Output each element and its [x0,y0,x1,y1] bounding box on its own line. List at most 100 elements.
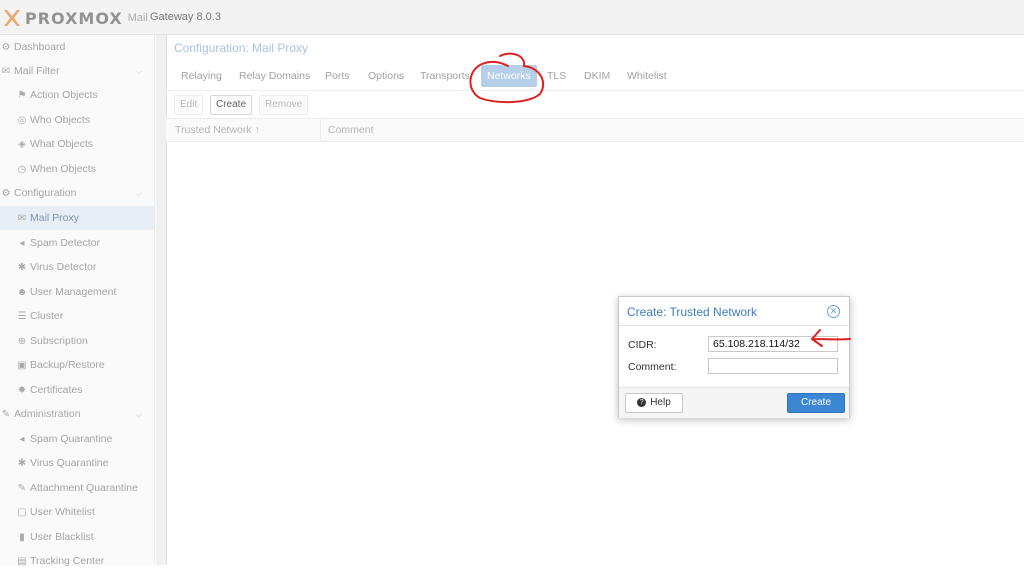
bug-icon: ✱ [17,262,27,273]
sidebar-item-cluster[interactable]: ☰ Cluster [0,304,170,328]
cidr-input[interactable] [708,336,838,352]
sidebar-item-mail-filter[interactable]: ✉ Mail Filter ⌵ [0,59,154,83]
sidebar-item-label: What Objects [30,138,94,150]
close-icon[interactable]: ✕ [827,305,840,318]
sidebar-item-label: Configuration [14,187,77,199]
remove-button[interactable]: Remove [259,95,309,115]
sidebar-item-label: Action Objects [30,89,98,101]
sidebar-item-virus-detector[interactable]: ✱ Virus Detector [0,255,170,279]
grid-header: Trusted Network ↑ Comment [166,118,1024,142]
logo-text: PROXMOX [25,8,123,28]
sidebar-item-label: Administration [14,408,81,420]
sidebar-item-subscription[interactable]: ⊕ Subscription [0,329,170,353]
tab-ports[interactable]: Ports [325,65,350,87]
sidebar-item-mail-proxy[interactable]: ✉ Mail Proxy [0,206,154,230]
product-name: Mail [127,12,148,24]
dialog-footer: ? Help Create [619,387,849,418]
tab-options[interactable]: Options [368,65,404,87]
dialog-create-button[interactable]: Create [787,393,845,413]
sidebar-item-label: Who Objects [30,114,91,126]
users-icon: ☻ [16,287,28,298]
create-button[interactable]: Create [210,95,253,115]
sidebar-item-spam-quarantine[interactable]: ◂ Spam Quarantine [0,427,170,451]
column-divider [320,119,321,141]
sidebar-item-label: User Whitelist [30,506,95,518]
tab-relay-domains[interactable]: Relay Domains [239,65,310,87]
proxmox-x-icon [4,10,20,26]
user-circle-icon: ◎ [17,115,27,126]
sidebar-scrollbar[interactable] [156,35,167,565]
edit-button[interactable]: Edit [174,95,204,115]
sidebar-item-attachment-quarantine[interactable]: ✎ Attachment Quarantine [0,476,170,500]
sidebar-item-label: Virus Detector [30,261,97,273]
sidebar-item-user-whitelist[interactable]: ▢ User Whitelist [0,500,170,524]
top-bar: PROXMOX Mail Gateway 8.0.3 [0,0,1024,35]
sidebar-item-backup-restore[interactable]: ▣ Backup/Restore [0,353,170,377]
tab-tls[interactable]: TLS [547,65,566,87]
sidebar-item-what-objects[interactable]: ◈ What Objects [0,132,170,156]
clock-icon: ◷ [17,164,27,175]
column-trusted-network[interactable]: Trusted Network ↑ [175,119,260,141]
list-icon: ▤ [17,556,27,567]
sidebar-item-virus-quarantine[interactable]: ✱ Virus Quarantine [0,451,170,475]
sidebar-item-label: Virus Quarantine [30,457,109,469]
sidebar-item-configuration[interactable]: ⚙ Configuration ⌵ [0,181,154,205]
comment-input[interactable] [708,358,838,374]
sidebar-item-administration[interactable]: ✎ Administration ⌵ [0,402,154,426]
dashboard-icon: ⚙ [1,42,11,53]
sidebar-item-when-objects[interactable]: ◷ When Objects [0,157,170,181]
tab-networks[interactable]: Networks [481,65,537,87]
wrench-icon: ✎ [1,409,11,420]
sidebar-item-label: Certificates [30,384,83,396]
floppy-icon: ▣ [17,360,27,371]
version-label: Gateway 8.0.3 [150,11,221,23]
envelope-outline-icon: ✉ [17,213,27,224]
certificate-icon: ✸ [17,385,27,396]
help-button[interactable]: ? Help [625,393,683,413]
comment-label: Comment: [628,361,677,373]
help-label: Help [650,397,671,408]
sidebar-item-label: Dashboard [14,41,66,53]
sidebar-item-action-objects[interactable]: ⚑ Action Objects [0,83,170,107]
flag-icon: ⚑ [17,90,27,101]
tab-relaying[interactable]: Relaying [181,65,222,87]
divider [166,90,1024,91]
dialog-title: Create: Trusted Network [627,305,758,319]
sidebar-item-label: Spam Detector [30,237,101,249]
sidebar-item-user-management[interactable]: ☻ User Management [0,280,170,304]
chevron-down-icon[interactable]: ⌵ [135,181,142,205]
sidebar-item-label: Backup/Restore [30,359,105,371]
sidebar-item-label: User Management [30,286,117,298]
page-title: Configuration: Mail Proxy [174,41,309,55]
sidebar-item-certificates[interactable]: ✸ Certificates [0,378,170,402]
column-comment[interactable]: Comment [328,119,374,141]
chevron-down-icon[interactable]: ⌵ [135,59,142,83]
sidebar-item-label: When Objects [30,163,96,175]
sidebar-item-label: User Blacklist [30,531,94,543]
support-icon: ⊕ [17,336,27,347]
tab-transports[interactable]: Transports [420,65,470,87]
sidebar-item-label: Mail Proxy [30,212,80,224]
paperclip-icon: ✎ [17,483,27,494]
sidebar-item-user-blacklist[interactable]: ▮ User Blacklist [0,525,170,549]
server-icon: ☰ [17,311,27,322]
sidebar: ⚙ Dashboard ✉ Mail Filter ⌵ ⚑ Action Object… [0,35,155,567]
sidebar-item-spam-detector[interactable]: ◂ Spam Detector [0,231,170,255]
chevron-down-icon[interactable]: ⌵ [135,402,142,426]
sidebar-item-dashboard[interactable]: ⚙ Dashboard [0,35,154,59]
proxmox-logo: PROXMOX Mail [2,8,148,28]
sidebar-item-label: Spam Quarantine [30,433,113,445]
tab-dkim[interactable]: DKIM [584,65,610,87]
gears-icon: ⚙ [1,188,11,199]
cidr-label: CIDR: [628,339,657,351]
sidebar-item-who-objects[interactable]: ◎ Who Objects [0,108,170,132]
dialog-header: Create: Trusted Network ✕ [619,297,849,326]
tab-whitelist[interactable]: Whitelist [627,65,667,87]
create-trusted-network-dialog: Create: Trusted Network ✕ CIDR: Comment:… [618,296,850,418]
sidebar-item-tracking-center[interactable]: ▤ Tracking Center [0,549,170,573]
sidebar-item-label: Tracking Center [30,555,105,567]
envelope-icon: ✉ [1,66,11,77]
cube-icon: ◈ [18,139,26,150]
sidebar-item-label: Attachment Quarantine [30,482,138,494]
file-icon: ▢ [17,507,27,518]
